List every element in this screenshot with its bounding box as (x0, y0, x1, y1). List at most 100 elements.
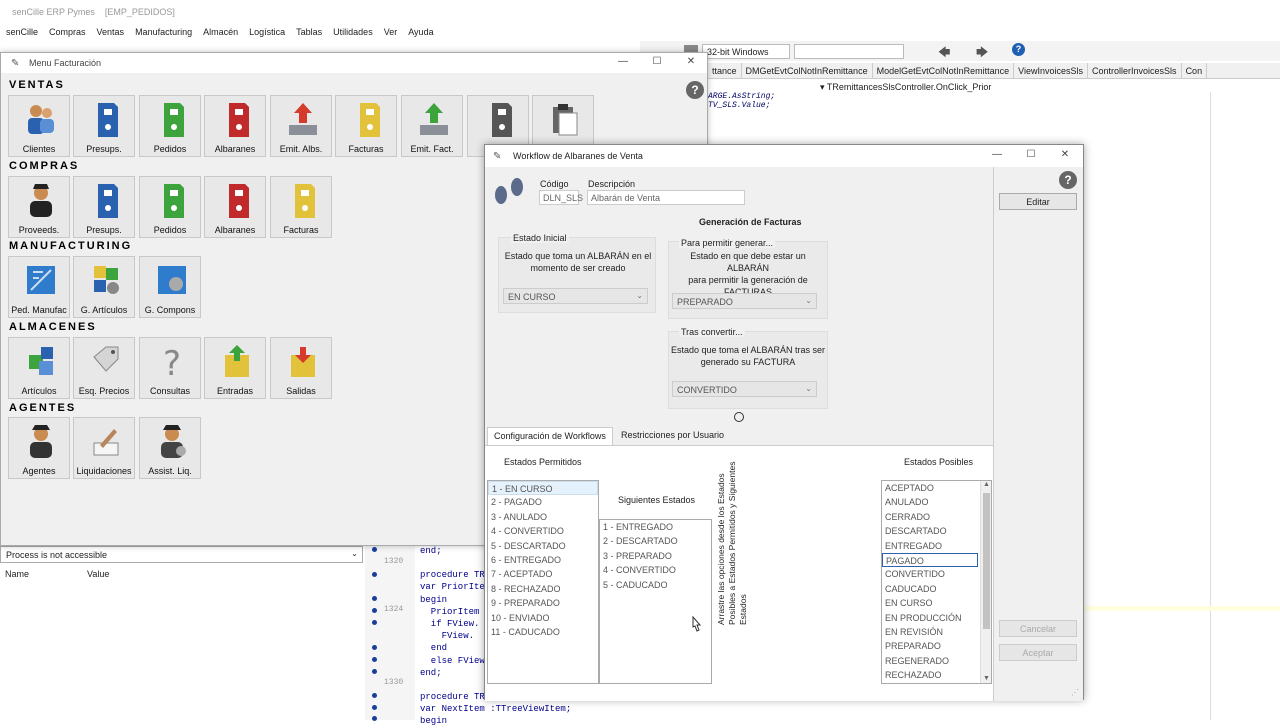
help-icon[interactable]: ? (1012, 43, 1025, 56)
cancelar-button[interactable]: Cancelar (999, 620, 1077, 637)
estados-permitidos-list[interactable]: 1 - EN CURSO 2 - PAGADO 3 - ANULADO 4 - … (487, 480, 599, 684)
menu-almacen[interactable]: Almacén (197, 25, 243, 37)
editor-tab[interactable]: Con (1182, 63, 1208, 78)
tile-albaranes-compras[interactable]: Albaranes (204, 176, 266, 238)
estados-posibles-list[interactable]: ACEPTADO ANULADO CERRADO DESCARTADO ENTR… (881, 480, 992, 684)
list-item[interactable]: EN PRODUCCIÓN (882, 611, 991, 625)
breakpoint-marker[interactable] (372, 669, 377, 674)
menu-ventas[interactable]: Ventas (91, 25, 130, 37)
list-item[interactable]: RECHAZADO (882, 668, 991, 682)
list-item[interactable]: 2 - PAGADO (488, 495, 598, 509)
tile-consultas[interactable]: ? Consultas (139, 337, 201, 399)
menu-ayuda[interactable]: Ayuda (402, 25, 438, 37)
tile-pedidos-compras[interactable]: Pedidos (139, 176, 201, 238)
list-item[interactable]: 3 - PREPARADO (600, 549, 711, 563)
list-item[interactable]: 4 - CONVERTIDO (488, 524, 598, 538)
tile-albaranes[interactable]: Albaranes (204, 95, 266, 157)
process-combo[interactable]: Process is not accessible ⌄ (0, 546, 363, 563)
tile-assist-liq[interactable]: Assist. Liq. (139, 417, 201, 479)
menu-utilidades[interactable]: Utilidades (327, 25, 378, 37)
menu-logistica[interactable]: Logística (243, 25, 290, 37)
scrollbar-thumb[interactable] (983, 493, 990, 629)
list-item[interactable]: 1 - ENTREGADO (600, 520, 711, 534)
tile-presups[interactable]: Presups. (73, 95, 135, 157)
list-item[interactable]: 2 - DESCARTADO (600, 534, 711, 548)
editor-tab[interactable]: ControllerInvoicesSls (1088, 63, 1182, 78)
breakpoint-marker[interactable] (372, 620, 377, 625)
list-item[interactable]: PAGADO (882, 552, 978, 568)
tab-restricciones-usuario[interactable]: Restricciones por Usuario (615, 427, 730, 444)
codigo-field[interactable]: DLN_SLS (539, 190, 583, 205)
help-icon[interactable]: ? (1059, 171, 1077, 189)
menu-ver[interactable]: Ver (378, 25, 403, 37)
list-item[interactable]: 5 - CADUCADO (600, 578, 711, 592)
list-item[interactable]: 11 - CADUCADO (488, 625, 598, 639)
list-item[interactable]: DESCARTADO (882, 524, 991, 538)
list-item[interactable]: EN REVISIÓN (882, 625, 991, 639)
tile-presups-compras[interactable]: Presups. (73, 176, 135, 238)
tile-entradas[interactable]: Entradas (204, 337, 266, 399)
list-item[interactable]: 8 - RECHAZADO (488, 582, 598, 596)
scroll-up-icon[interactable]: ▲ (983, 481, 990, 488)
breakpoint-marker[interactable] (372, 645, 377, 650)
menu-sencille[interactable]: senCille (0, 25, 43, 37)
back-arrow-icon[interactable]: 🡄 (938, 43, 950, 64)
resize-grip-icon[interactable]: ⋰ (1071, 688, 1079, 697)
list-item[interactable]: EN CURSO (882, 596, 991, 610)
tile-facturas[interactable]: Facturas (335, 95, 397, 157)
editor-tab[interactable]: DMGetEvtColNotInRemittance (742, 63, 873, 78)
list-item[interactable]: PREPARADO (882, 639, 991, 653)
tile-proveeds[interactable]: Proveeds. (8, 176, 70, 238)
tile-emit-fact[interactable]: Emit. Fact. (401, 95, 463, 157)
tile-pedidos[interactable]: Pedidos (139, 95, 201, 157)
estado-inicial-combo[interactable]: EN CURSO ⌄ (503, 288, 648, 304)
menu-tablas[interactable]: Tablas (290, 25, 327, 37)
breakpoint-marker[interactable] (372, 657, 377, 662)
tile-articulos[interactable]: Artículos (8, 337, 70, 399)
editor-tab[interactable]: ttance (708, 63, 742, 78)
tile-agentes[interactable]: Agentes (8, 417, 70, 479)
tile-esq-precios[interactable]: Esq. Precios (73, 337, 135, 399)
aceptar-button[interactable]: Aceptar (999, 644, 1077, 661)
list-item[interactable]: 5 - DESCARTADO (488, 539, 598, 553)
list-item[interactable]: 3 - ANULADO (488, 510, 598, 524)
close-button[interactable]: ✕ (681, 56, 701, 70)
list-item[interactable]: 6 - ENTREGADO (488, 553, 598, 567)
close-button[interactable]: ✕ (1055, 149, 1075, 163)
menu-compras[interactable]: Compras (43, 25, 91, 37)
forward-arrow-icon[interactable]: 🡆 (976, 43, 988, 64)
tile-salidas[interactable]: Salidas (270, 337, 332, 399)
list-item[interactable]: CADUCADO (882, 582, 991, 596)
tile-g-articulos[interactable]: G. Artículos (73, 256, 135, 318)
platform-combo[interactable]: 32-bit Windows (702, 44, 790, 59)
list-item[interactable]: 7 - ACEPTADO (488, 567, 598, 581)
permitir-combo[interactable]: PREPARADO ⌄ (672, 293, 817, 309)
scroll-down-icon[interactable]: ▼ (983, 675, 990, 682)
minimize-button[interactable]: — (987, 149, 1007, 163)
list-item[interactable]: ENTREGADO (882, 539, 991, 553)
menu-manufacturing[interactable]: Manufacturing (129, 25, 197, 37)
tile-ped-manufac[interactable]: Ped. Manufac (8, 256, 70, 318)
tab-configuracion-workflows[interactable]: Configuración de Workflows (487, 427, 613, 446)
target-combo[interactable] (794, 44, 904, 59)
descripcion-field[interactable]: Albarán de Venta (587, 190, 745, 205)
breakpoint-marker[interactable] (372, 693, 377, 698)
list-item[interactable]: CERRADO (882, 510, 991, 524)
maximize-button[interactable]: ☐ (647, 56, 667, 70)
list-item[interactable]: 1 - EN CURSO (488, 481, 598, 496)
list-item[interactable]: CONVERTIDO (882, 567, 991, 581)
scrollbar[interactable]: ▲ ▼ (980, 481, 991, 683)
list-item[interactable]: 4 - CONVERTIDO (600, 563, 711, 577)
list-item[interactable]: 10 - ENVIADO (488, 611, 598, 625)
breakpoint-marker[interactable] (372, 705, 377, 710)
breakpoint-marker[interactable] (372, 572, 377, 577)
editor-tab[interactable]: ViewInvoicesSls (1014, 63, 1089, 78)
tras-convertir-combo[interactable]: CONVERTIDO ⌄ (672, 381, 817, 397)
editor-tab[interactable]: ModelGetEvtColNotInRemittance (873, 63, 1015, 78)
breakpoint-marker[interactable] (372, 716, 377, 721)
list-item[interactable]: ANULADO (882, 495, 991, 509)
breakpoint-marker[interactable] (372, 596, 377, 601)
list-item[interactable]: 9 - PREPARADO (488, 596, 598, 610)
breakpoint-marker[interactable] (372, 608, 377, 613)
minimize-button[interactable]: — (613, 56, 633, 70)
